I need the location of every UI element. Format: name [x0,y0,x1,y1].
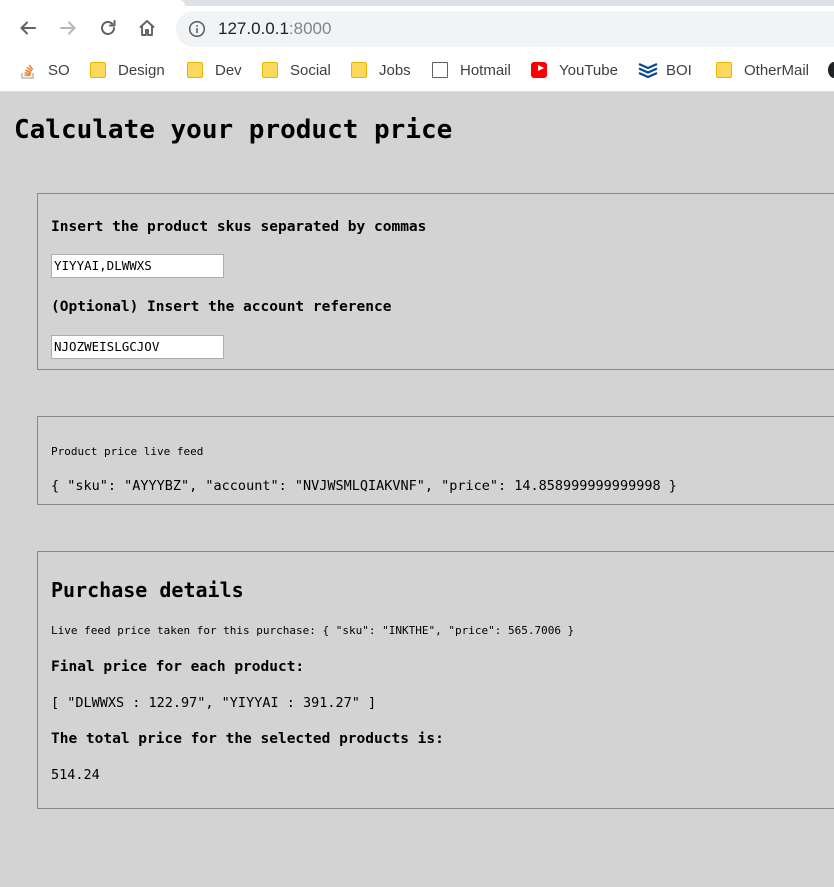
final-price-label: Final price for each product: [51,659,305,675]
back-button[interactable] [14,14,42,42]
url-text[interactable]: 127.0.0.1:8000 [218,19,331,39]
folder-icon [90,62,106,78]
home-button[interactable] [133,14,161,42]
total-value: 514.24 [51,767,100,783]
info-icon[interactable] [188,20,206,38]
bookmark-so[interactable]: SO [20,58,70,82]
bookmark-boi[interactable]: BOI [638,58,692,82]
bookmark-label: Social [290,61,331,79]
stackoverflow-icon [20,62,36,79]
youtube-icon [531,62,547,78]
bookmark-label: OtherMail [744,61,810,79]
skus-label: Insert the product skus separated by com… [51,219,427,235]
forward-button[interactable] [54,14,82,42]
folder-icon [716,62,732,78]
feed-price-text: Live feed price taken for this purchase:… [51,624,575,637]
browser-chrome: 127.0.0.1:8000 SO Design Dev Social Jobs [0,0,834,92]
bookmark-youtube[interactable]: YouTube [531,58,618,82]
total-label: The total price for the selected product… [51,731,444,747]
bookmark-label: BOI [666,61,692,79]
bookmark-design[interactable]: Design [90,58,165,82]
browser-toolbar: 127.0.0.1:8000 [0,6,834,52]
bookmark-dev[interactable]: Dev [187,58,242,82]
bookmark-label: YouTube [559,61,618,79]
address-bar[interactable]: 127.0.0.1:8000 [176,11,834,47]
final-price-value: [ "DLWWXS : 122.97", "YIYYAI : 391.27" ] [51,695,377,711]
bookmark-hotmail[interactable]: Hotmail [432,58,511,82]
url-host: 127.0.0.1 [218,19,289,38]
arrow-left-icon [20,21,36,35]
bookmark-jobs[interactable]: Jobs [351,58,411,82]
bookmark-overflow-icon[interactable] [828,62,834,78]
bookmark-label: SO [48,61,70,79]
bookmarks-bar: SO Design Dev Social Jobs Hotmail YouTub… [0,54,834,86]
bookmark-label: Hotmail [460,61,511,79]
arrow-right-icon [60,21,76,35]
bookmark-othermail[interactable]: OtherMail [716,58,809,82]
boi-icon [638,62,658,79]
bookmark-label: Dev [215,61,242,79]
page-content: Calculate your product price Insert the … [0,93,834,887]
bookmark-social[interactable]: Social [262,58,331,82]
product-form: Insert the product skus separated by com… [37,193,834,370]
bookmark-label: Jobs [379,61,411,79]
account-label: (Optional) Insert the account reference [51,299,392,315]
account-input[interactable]: NJOZWEISLGCJOV [51,335,224,359]
folder-icon [262,62,278,78]
folder-icon [187,62,203,78]
live-feed-panel: Product price live feed { "sku": "AYYYBZ… [37,416,834,505]
live-feed-value: { "sku": "AYYYBZ", "account": "NVJWSMLQI… [51,478,677,494]
bookmark-label: Design [118,61,165,79]
live-feed-label: Product price live feed [51,445,204,458]
home-icon [139,20,155,36]
document-icon [432,62,448,78]
reload-button[interactable] [94,14,122,42]
page-title: Calculate your product price [14,115,453,145]
skus-input[interactable]: YIYYAI,DLWWXS [51,254,224,278]
folder-icon [351,62,367,78]
purchase-details-panel: Purchase details Live feed price taken f… [37,551,834,809]
purchase-heading: Purchase details [51,578,244,602]
url-port: :8000 [288,19,332,38]
reload-icon [101,20,116,35]
